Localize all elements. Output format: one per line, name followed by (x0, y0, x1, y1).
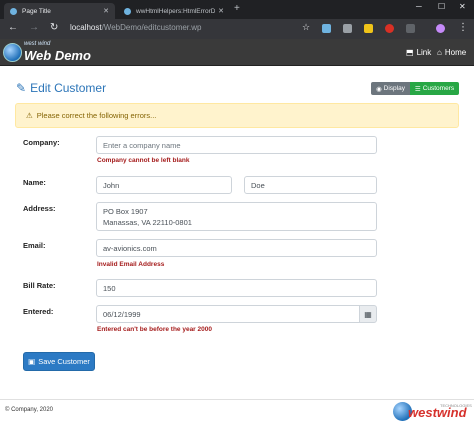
name-label: Name: (23, 178, 46, 187)
close-window-icon[interactable]: ✕ (459, 2, 466, 11)
entered-date-input[interactable]: 06/12/1999 (96, 305, 360, 323)
display-button[interactable]: ◉ Display (371, 82, 410, 95)
address-line-1: PO Box 1907 (103, 207, 148, 216)
tab-page-title[interactable]: Page Title ✕ (4, 3, 115, 19)
copyright-text: © Company, 2020 (5, 407, 54, 413)
favicon-icon (124, 7, 131, 15)
email-error: Invalid Email Address (97, 261, 165, 268)
page-title-text: Edit Customer (30, 81, 107, 95)
extension-icon[interactable] (406, 24, 415, 33)
favicon-icon (10, 7, 17, 15)
last-name-input[interactable]: Doe (244, 176, 377, 194)
maximize-icon[interactable]: ☐ (438, 2, 445, 11)
save-customer-button[interactable]: ▣ Save Customer (23, 352, 95, 371)
app-title[interactable]: Web Demo (24, 48, 91, 63)
display-button-label: Display (383, 85, 405, 92)
save-button-label: Save Customer (38, 357, 90, 366)
email-label: Email: (23, 241, 46, 250)
extension-icon[interactable] (385, 24, 394, 33)
company-error: Company cannot be left blank (97, 157, 190, 164)
minimize-icon[interactable]: ─ (416, 2, 422, 11)
company-label: Company: (23, 138, 60, 147)
save-icon: ▣ (28, 357, 36, 366)
extension-icon[interactable] (343, 24, 352, 33)
edit-icon: ✎ (16, 81, 27, 95)
nav-home-label: Home (444, 48, 467, 57)
globe-logo-icon (3, 43, 22, 62)
calendar-icon: ▦ (364, 309, 372, 319)
email-input[interactable]: av-avionics.com (96, 239, 377, 257)
star-icon[interactable]: ☆ (302, 22, 310, 33)
back-icon[interactable]: ← (8, 22, 18, 33)
close-tab-icon[interactable]: ✕ (218, 7, 224, 15)
address-textarea[interactable]: PO Box 1907 Manassas, VA 22110-0801 (96, 202, 377, 231)
new-tab-icon[interactable]: + (234, 3, 240, 14)
reload-icon[interactable]: ↻ (50, 22, 58, 33)
warning-icon: ⚠ (26, 111, 33, 120)
calendar-button[interactable]: ▦ (359, 305, 377, 323)
close-tab-icon[interactable]: ✕ (103, 7, 109, 15)
sign-in-icon: ⬒ (406, 48, 414, 57)
nav-link-label: Link (416, 48, 432, 57)
eye-icon: ◉ (376, 85, 382, 93)
extension-icon[interactable] (364, 24, 373, 33)
footer-logo-tag: TECHNOLOGIES (440, 403, 472, 408)
billrate-label: Bill Rate: (23, 281, 56, 290)
first-name-input[interactable]: John (96, 176, 232, 194)
app-navbar: west wind Web Demo ⬒ Link ⌂ Home (0, 39, 474, 66)
page-title: ✎ Edit Customer (16, 81, 106, 95)
entered-error: Entered can't be before the year 2000 (97, 326, 212, 333)
tab-label: Page Title (22, 7, 51, 15)
logo-small-text: west wind (24, 41, 51, 47)
address-line-2: Manassas, VA 22110-0801 (103, 218, 192, 227)
alert-text: Please correct the following errors... (36, 111, 157, 120)
url-host: localhost (70, 23, 102, 32)
nav-link[interactable]: ⬒ Link (406, 48, 431, 57)
error-alert: ⚠ Please correct the following errors... (15, 103, 459, 128)
company-input[interactable]: Enter a company name (96, 136, 377, 154)
customers-button[interactable]: ☰ Customers (410, 82, 459, 95)
list-icon: ☰ (414, 85, 421, 93)
footer-divider (0, 399, 474, 400)
address-bar: ← → ↻ localhost/WebDemo/editcustomer.wp … (0, 19, 474, 39)
url-path: /WebDemo/editcustomer.wp (101, 23, 202, 32)
extension-icon[interactable] (322, 24, 331, 33)
url-field[interactable]: localhost/WebDemo/editcustomer.wp (70, 23, 201, 32)
address-label: Address: (23, 204, 56, 213)
menu-icon[interactable]: ⋮ (458, 22, 468, 33)
forward-icon[interactable]: → (29, 22, 39, 33)
home-icon: ⌂ (437, 48, 442, 57)
profile-avatar[interactable] (436, 24, 445, 33)
tab-html-helpers[interactable]: wwHtmlHelpers:HtmlErrorDisplay ✕ (118, 3, 230, 19)
nav-home[interactable]: ⌂ Home (437, 48, 466, 57)
customers-button-label: Customers (422, 85, 455, 92)
browser-tab-bar: Page Title ✕ wwHtmlHelpers:HtmlErrorDisp… (0, 0, 474, 19)
billrate-input[interactable]: 150 (96, 279, 377, 297)
tab-label: wwHtmlHelpers:HtmlErrorDisplay (136, 7, 216, 15)
entered-label: Entered: (23, 307, 54, 316)
